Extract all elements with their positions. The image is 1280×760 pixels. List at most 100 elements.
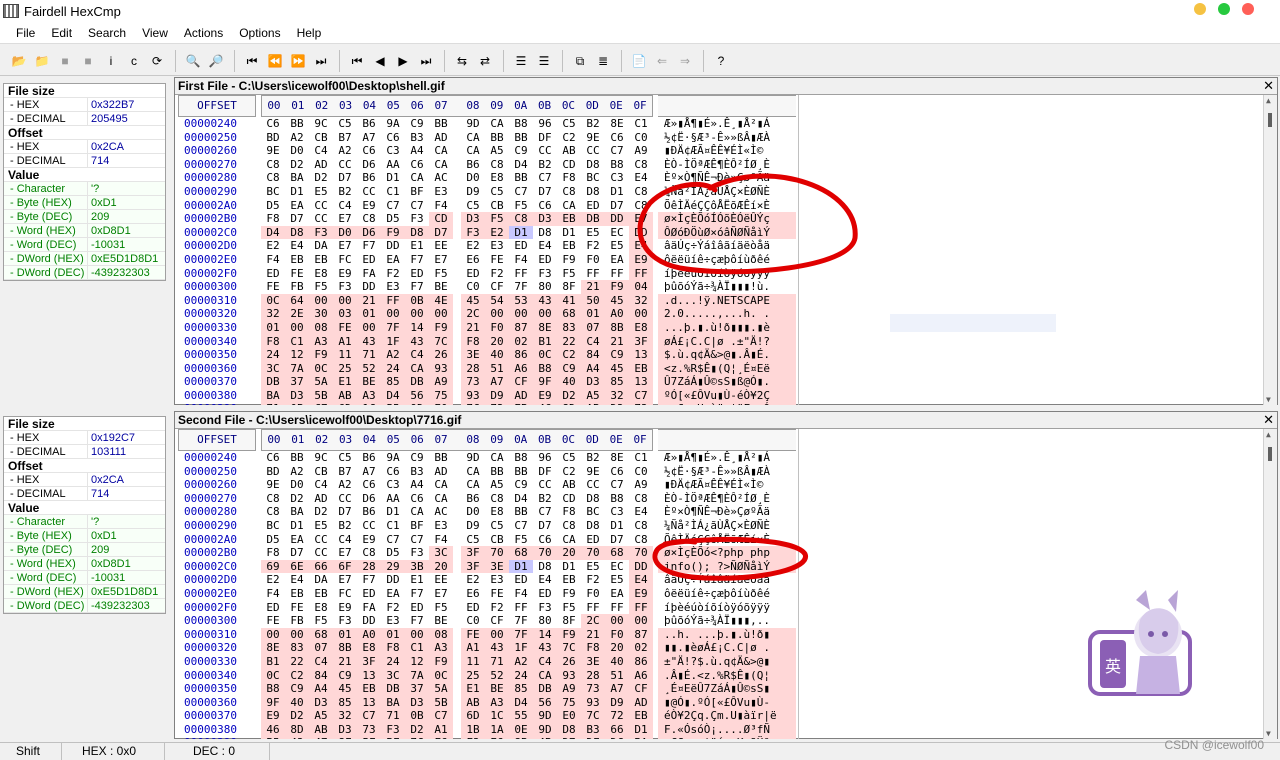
hex-byte[interactable]: F7 bbox=[405, 253, 429, 267]
hex-byte[interactable]: E7 bbox=[333, 573, 357, 587]
hex-byte[interactable]: 3F bbox=[357, 654, 381, 669]
hex-row[interactable]: BC D1 E5 B2 CC C1 BF E3 D9 C5 C7 D7 C8 D8 D1 C8 bbox=[261, 519, 653, 533]
hex-byte[interactable]: D1 bbox=[557, 560, 581, 574]
hex-byte[interactable]: 1C bbox=[485, 709, 509, 723]
hex-byte[interactable]: B8 bbox=[509, 451, 533, 465]
hex-byte[interactable]: D5 bbox=[381, 212, 405, 226]
hex-byte[interactable]: A9 bbox=[629, 478, 653, 492]
hex-byte[interactable]: F8 bbox=[557, 171, 581, 185]
hex-byte[interactable]: BB bbox=[429, 451, 453, 465]
hex-byte[interactable]: B2 bbox=[333, 519, 357, 533]
hex-byte[interactable]: BB bbox=[509, 465, 533, 479]
hex-byte[interactable]: BA bbox=[381, 695, 405, 710]
hex-byte[interactable]: CC bbox=[309, 212, 333, 226]
hex-byte[interactable]: D1 bbox=[381, 171, 405, 185]
hex-byte[interactable]: EB bbox=[285, 587, 309, 601]
hex-byte[interactable]: 21 bbox=[461, 320, 485, 335]
hex-row[interactable]: 3C 7A 0C 25 52 24 CA 93 28 51 A6 B8 C9 A4 45 EB bbox=[261, 361, 653, 376]
hex-byte[interactable]: F9 bbox=[381, 225, 405, 240]
hex-byte[interactable]: 68 bbox=[509, 546, 533, 560]
hex-byte[interactable]: F8 bbox=[461, 334, 485, 349]
hex-byte[interactable]: 00 bbox=[533, 307, 557, 321]
hex-byte[interactable]: 07 bbox=[309, 641, 333, 655]
hex-byte[interactable]: C8 bbox=[357, 546, 381, 560]
hex-byte[interactable]: B6 bbox=[357, 117, 381, 131]
hex-byte[interactable]: 51 bbox=[605, 668, 629, 683]
compare-icon[interactable]: c bbox=[123, 50, 145, 72]
hex-byte[interactable]: 80 bbox=[533, 280, 557, 294]
sync-right-icon[interactable]: ⇄ bbox=[474, 50, 496, 72]
hex-byte[interactable]: D6 bbox=[357, 158, 381, 172]
hex-byte[interactable]: D2 bbox=[557, 388, 581, 403]
hex-byte[interactable]: EB bbox=[509, 402, 533, 405]
hex-byte[interactable]: 68 bbox=[309, 627, 333, 642]
hex-byte[interactable]: 43 bbox=[357, 334, 381, 349]
hex-byte[interactable]: 46 bbox=[533, 402, 557, 405]
hex-byte[interactable]: 7F bbox=[509, 627, 533, 642]
hex-byte[interactable]: CA bbox=[557, 533, 581, 547]
hex-byte[interactable]: C6 bbox=[381, 131, 405, 145]
hex-byte[interactable]: 0E bbox=[509, 722, 533, 737]
hex-byte[interactable]: B3 bbox=[405, 131, 429, 145]
hex-byte[interactable]: 32 bbox=[333, 709, 357, 723]
hex-byte[interactable]: 8D bbox=[285, 722, 309, 737]
hex-byte[interactable]: CB bbox=[485, 533, 509, 547]
hex-byte[interactable]: BE bbox=[357, 375, 381, 389]
hex-byte[interactable]: C6 bbox=[405, 492, 429, 506]
hex-byte[interactable]: 40 bbox=[285, 695, 309, 710]
hex-byte[interactable]: FE bbox=[461, 627, 485, 642]
hex-byte[interactable]: B3 bbox=[581, 722, 605, 737]
close-icon[interactable]: ✕ bbox=[1263, 412, 1274, 428]
hex-byte[interactable]: ED bbox=[261, 267, 285, 281]
hex-byte[interactable]: 8E bbox=[605, 117, 629, 131]
hex-byte[interactable]: BF bbox=[381, 736, 405, 739]
hex-byte[interactable]: ED bbox=[357, 253, 381, 267]
ascii-row[interactable]: ▮▮.▮èøÁ£¡C.C|ø . bbox=[658, 641, 796, 655]
close-button[interactable] bbox=[1242, 3, 1254, 15]
hex-byte[interactable]: CF bbox=[509, 375, 533, 389]
hex-byte[interactable]: F3 bbox=[533, 601, 557, 615]
hex-byte[interactable]: 3C bbox=[381, 668, 405, 683]
hex-bytes[interactable]: C6 BB 9C C5 B6 9A C9 BB 9D CA B8 96 C5 B2 8E C1 BD A2 CB B7… bbox=[261, 117, 653, 405]
hex-byte[interactable]: 7F bbox=[509, 614, 533, 628]
hex-byte[interactable]: B8 bbox=[261, 682, 285, 696]
hex-byte[interactable]: F3 bbox=[309, 225, 333, 240]
hex-byte[interactable]: B7 bbox=[333, 465, 357, 479]
hex-byte[interactable]: A0 bbox=[357, 627, 381, 642]
hex-byte[interactable]: B6 bbox=[357, 171, 381, 185]
hex-byte[interactable]: 83 bbox=[285, 641, 309, 655]
ascii-row[interactable]: 2.0.....,...h. . bbox=[658, 307, 796, 321]
hex-byte[interactable]: CA bbox=[405, 361, 429, 376]
hex-byte[interactable]: 73 bbox=[461, 375, 485, 389]
hex-byte[interactable]: 9D bbox=[461, 451, 485, 465]
hex-byte[interactable]: 7F bbox=[509, 280, 533, 294]
hex-byte[interactable]: DF bbox=[533, 465, 557, 479]
hex-byte[interactable]: 9E bbox=[261, 478, 285, 492]
hex-byte[interactable]: CA bbox=[429, 492, 453, 506]
hex-byte[interactable]: D9 bbox=[461, 185, 485, 199]
hex-byte[interactable]: 7A bbox=[405, 668, 429, 683]
hex-byte[interactable]: E1 bbox=[461, 682, 485, 696]
hex-byte[interactable]: FF bbox=[629, 266, 653, 281]
hex-byte[interactable]: C5 bbox=[557, 451, 581, 465]
hex-byte[interactable]: E4 bbox=[533, 573, 557, 587]
hex-byte[interactable]: D0 bbox=[285, 144, 309, 158]
hex-byte[interactable]: A2 bbox=[285, 131, 309, 145]
hex-byte[interactable]: 00 bbox=[405, 307, 429, 321]
hex-byte[interactable]: AB bbox=[309, 722, 333, 737]
hex-byte[interactable]: B1 bbox=[261, 654, 285, 669]
hex-byte[interactable]: 43 bbox=[405, 334, 429, 349]
hex-byte[interactable]: B8 bbox=[533, 361, 557, 376]
hex-byte[interactable]: F0 bbox=[581, 253, 605, 267]
hex-byte[interactable]: D0 bbox=[461, 171, 485, 185]
hex-row[interactable]: 00 00 68 01 A0 01 00 08 FE 00 7F 14 F9 21 F0 87 bbox=[261, 627, 653, 642]
hex-byte[interactable]: C7 bbox=[309, 402, 333, 405]
hex-byte[interactable]: 47 bbox=[309, 736, 333, 739]
hex-byte[interactable]: E9 bbox=[357, 199, 381, 213]
hex-byte[interactable]: 7A bbox=[285, 361, 309, 376]
hex-byte[interactable]: 8E bbox=[533, 320, 557, 335]
hex-byte[interactable]: BB bbox=[485, 465, 509, 479]
hex-byte[interactable]: C2 bbox=[557, 465, 581, 479]
hex-byte[interactable]: 3F bbox=[461, 559, 485, 574]
hex-byte[interactable]: A7 bbox=[605, 682, 629, 696]
